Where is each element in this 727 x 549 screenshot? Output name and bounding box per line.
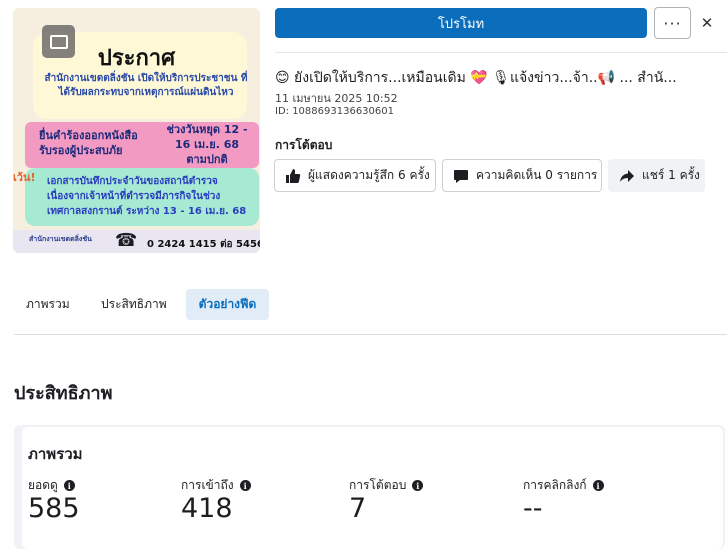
close-icon[interactable]: ✕ — [696, 12, 718, 34]
shares-label: แชร์ 1 ครั้ง — [642, 168, 700, 182]
image-green-text: เอกสารบันทึกประจำวันของสถานีตำรวจ เนื่อง… — [47, 176, 247, 217]
promote-button[interactable]: โปรโมท — [275, 8, 647, 38]
telephone-icon: ☎ — [115, 230, 138, 251]
metric-value-reach: 418 — [181, 493, 233, 524]
share-arrow-icon — [618, 167, 636, 185]
section-title: ประสิทธิภาพ — [14, 383, 113, 404]
thumbs-up-icon — [284, 167, 302, 185]
tab-feed-preview[interactable]: ตัวอย่างฟีด — [186, 289, 269, 320]
comments-label: ความคิดเห็น 0 รายการ — [476, 168, 598, 182]
reactions-button[interactable]: ผู้แสดงความรู้สึก 6 ครั้ง — [274, 159, 436, 192]
reactions-heading: การโต้ตอบ — [275, 138, 333, 152]
more-options-button[interactable]: ··· — [654, 7, 691, 39]
image-red-tag: เว้น! — [13, 171, 36, 184]
reactions-label: ผู้แสดงความรู้สึก 6 ครั้ง — [308, 168, 430, 182]
info-icon[interactable]: i — [592, 480, 604, 491]
shares-button[interactable]: แชร์ 1 ครั้ง — [608, 159, 705, 192]
post-title: 😊 ยังเปิดให้บริการ...เหมือนเดิม 💝 🎙แจ้งข… — [275, 70, 677, 86]
post-id: ID: 1088693136630601 — [275, 106, 394, 117]
info-icon[interactable]: i — [239, 480, 251, 491]
metric-value-link-clicks: -- — [523, 493, 543, 524]
image-phone-number: 0 2424 1415 ต่อ 5456 - 54 — [147, 239, 260, 250]
image-pink-left-text: ยื่นคำร้องออกหนังสือ รับรองผู้ประสบภัย — [39, 129, 138, 157]
metric-value-views: 585 — [28, 493, 80, 524]
metric-value-engagement: 7 — [349, 493, 367, 524]
tab-performance[interactable]: ประสิทธิภาพ — [89, 289, 179, 320]
photo-album-icon — [42, 25, 75, 58]
info-icon[interactable]: i — [412, 480, 424, 491]
post-date: 11 เมษายน 2025 10:52 — [275, 92, 398, 105]
post-image[interactable]: ประกาศ สำนักงานเขตตลิ่งชัน เปิดให้บริการ… — [13, 8, 260, 253]
card-title: ภาพรวม — [28, 445, 83, 463]
post-insights-panel: ประกาศ สำนักงานเขตตลิ่งชัน เปิดให้บริการ… — [0, 0, 727, 549]
divider — [14, 334, 727, 335]
comment-icon — [452, 167, 470, 185]
image-pink-right-text: ช่วงวันหยุด 12 - 16 เม.ย. 68 ตามปกติ — [166, 123, 248, 166]
image-office-name: สำนักงานเขตตลิ่งชัน — [29, 235, 92, 243]
info-icon[interactable]: i — [63, 480, 75, 491]
divider — [275, 52, 727, 53]
comments-button[interactable]: ความคิดเห็น 0 รายการ — [442, 159, 602, 192]
image-announce-subtitle: สำนักงานเขตตลิ่งชัน เปิดให้บริการประชาชน… — [44, 73, 248, 98]
tab-overview[interactable]: ภาพรวม — [14, 289, 82, 320]
